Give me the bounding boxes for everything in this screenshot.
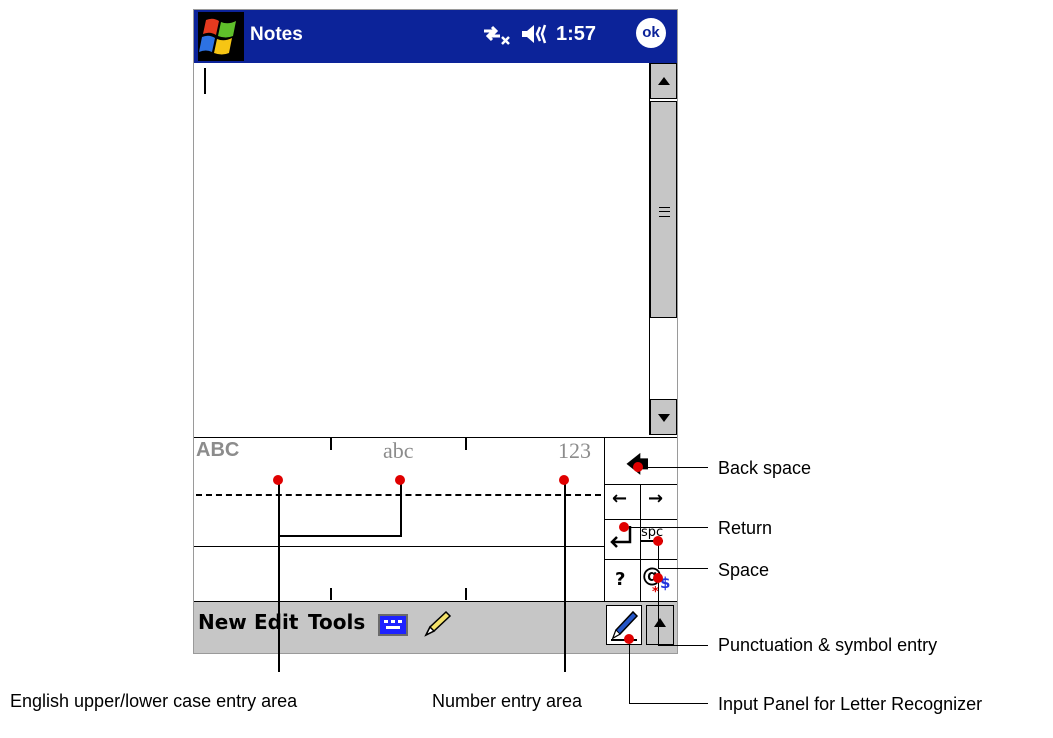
upper-case-label: ABC: [196, 439, 240, 461]
speaker-icon[interactable]: [520, 22, 550, 51]
callout-dot: [653, 573, 663, 583]
zone-divider-tick: [330, 438, 332, 450]
text-caret: [204, 68, 206, 94]
callout-dot: [653, 536, 663, 546]
callout-dot: [395, 475, 405, 485]
app-title: Notes: [250, 24, 303, 45]
callout-line: [624, 527, 708, 528]
number-label: 123: [558, 438, 591, 463]
scroll-up-arrow-icon: [658, 77, 670, 85]
menu-edit[interactable]: Edit: [254, 610, 298, 634]
windows-start-icon[interactable]: [198, 12, 244, 61]
keyboard-icon[interactable]: [378, 614, 408, 636]
callout-dot: [273, 475, 283, 485]
ok-button[interactable]: ok: [636, 18, 666, 48]
callout-return: Return: [718, 518, 773, 538]
callout-line: [564, 480, 566, 672]
zone-divider-tick: [465, 588, 467, 600]
callout-line: [629, 640, 630, 704]
callout-dot: [619, 522, 629, 532]
pen-icon[interactable]: [422, 609, 454, 644]
callout-back-space: Back space: [718, 458, 812, 478]
menu-tools[interactable]: Tools: [308, 610, 365, 634]
zone-divider-tick: [465, 438, 467, 450]
right-arrow-key[interactable]: →: [648, 488, 663, 509]
callout-dot: [624, 634, 634, 644]
callout-dot: [559, 475, 569, 485]
callout-input-panel: Input Panel for Letter Recognizer: [718, 694, 983, 714]
left-arrow-key[interactable]: ←: [612, 488, 627, 509]
callout-line: [629, 703, 708, 704]
callout-upper-lower: English upper/lower case entry area: [10, 691, 298, 711]
callout-line: [638, 467, 708, 468]
menu-new[interactable]: New: [198, 610, 247, 634]
callout-number-area: Number entry area: [432, 691, 583, 711]
scroll-thumb[interactable]: [650, 101, 677, 318]
lower-case-label: abc: [383, 438, 414, 463]
callout-line: [400, 480, 402, 537]
scroll-down-arrow-icon: [658, 414, 670, 422]
zone-divider-tick: [330, 588, 332, 600]
scroll-down-button[interactable]: [650, 399, 677, 435]
chevron-up-icon: [654, 618, 666, 627]
callout-line: [658, 578, 659, 645]
baseline-dashed-guide: [196, 494, 601, 496]
callout-line: [658, 568, 708, 569]
keypad-divider: [605, 559, 677, 560]
clock[interactable]: 1:57: [556, 23, 596, 46]
callout-space: Space: [718, 560, 770, 580]
callout-line: [658, 645, 708, 646]
scroll-up-button[interactable]: [650, 63, 677, 99]
callout-line: [278, 535, 402, 537]
help-key[interactable]: ?: [615, 569, 625, 590]
note-text-area[interactable]: [194, 63, 649, 437]
connectivity-icon[interactable]: [480, 22, 512, 51]
callout-dot: [633, 462, 643, 472]
keypad-divider: [640, 484, 641, 601]
keypad-divider: [605, 519, 677, 520]
vertical-scrollbar[interactable]: [649, 63, 677, 435]
input-panel-arrow-button[interactable]: [646, 605, 674, 645]
callout-line: [278, 480, 280, 672]
grip-icon: [659, 207, 670, 217]
writing-row-divider: [194, 546, 604, 547]
callout-punctuation: Punctuation & symbol entry: [718, 635, 938, 655]
